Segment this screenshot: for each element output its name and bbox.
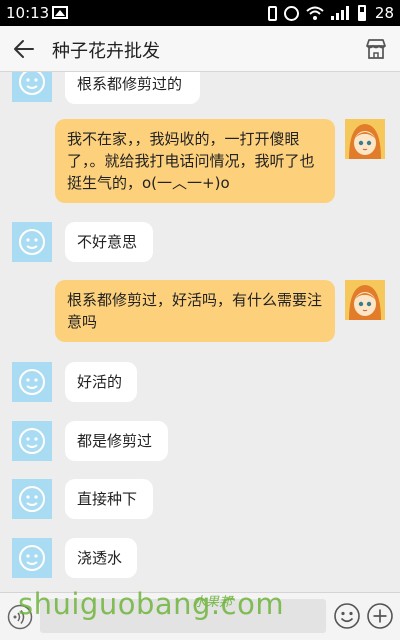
battery-level: 28 [374, 4, 394, 22]
message-bubble-me[interactable]: 根系都修剪过，好活吗，有什么需要注意吗 [55, 280, 335, 342]
store-icon[interactable] [364, 37, 388, 61]
message-bubble-seller[interactable]: 浇透水 [65, 538, 137, 578]
battery-icon [357, 5, 366, 21]
plus-icon[interactable] [366, 602, 394, 630]
wifi-icon [306, 6, 324, 20]
status-icons: 28 [267, 3, 394, 23]
status-bar: 10:13 28 [0, 0, 400, 26]
voice-icon[interactable] [7, 604, 33, 630]
gallery-icon [52, 6, 68, 19]
status-time: 10:13 [6, 4, 50, 22]
page-title: 种子花卉批发 [52, 41, 160, 62]
message-bubble-seller[interactable]: 不好意思 [65, 222, 153, 262]
seller-avatar[interactable] [12, 362, 52, 402]
emoji-icon[interactable] [333, 602, 361, 630]
message-bubble-me[interactable]: 我不在家，，我妈收的，一打开傻眼了，。就给我打电话问情况，我听了也挺生气的，o(… [55, 119, 335, 203]
seller-avatar[interactable] [12, 72, 52, 102]
message-bubble-seller[interactable]: 根系都修剪过的 [65, 72, 200, 104]
my-avatar[interactable] [345, 119, 385, 159]
back-arrow-icon[interactable] [12, 38, 36, 60]
seller-avatar[interactable] [12, 222, 52, 262]
message-bubble-seller[interactable]: 好活的 [65, 362, 137, 402]
message-bubble-seller[interactable]: 都是修剪过 [65, 421, 168, 461]
chat-area[interactable]: 根系都修剪过的 我不在家，，我妈收的，一打开傻眼了，。就给我打电话问情况，我听了… [0, 72, 400, 592]
title-bar: 种子花卉批发 [0, 26, 400, 72]
alarm-icon [283, 5, 299, 21]
seller-avatar[interactable] [12, 538, 52, 578]
seller-avatar[interactable] [12, 479, 52, 519]
message-input[interactable] [40, 599, 326, 633]
signal-icon [330, 6, 349, 20]
my-avatar[interactable] [345, 280, 385, 320]
message-bubble-seller[interactable]: 直接种下 [65, 479, 153, 519]
seller-avatar[interactable] [12, 421, 52, 461]
input-bar [0, 592, 400, 640]
vibrate-icon [267, 5, 277, 21]
